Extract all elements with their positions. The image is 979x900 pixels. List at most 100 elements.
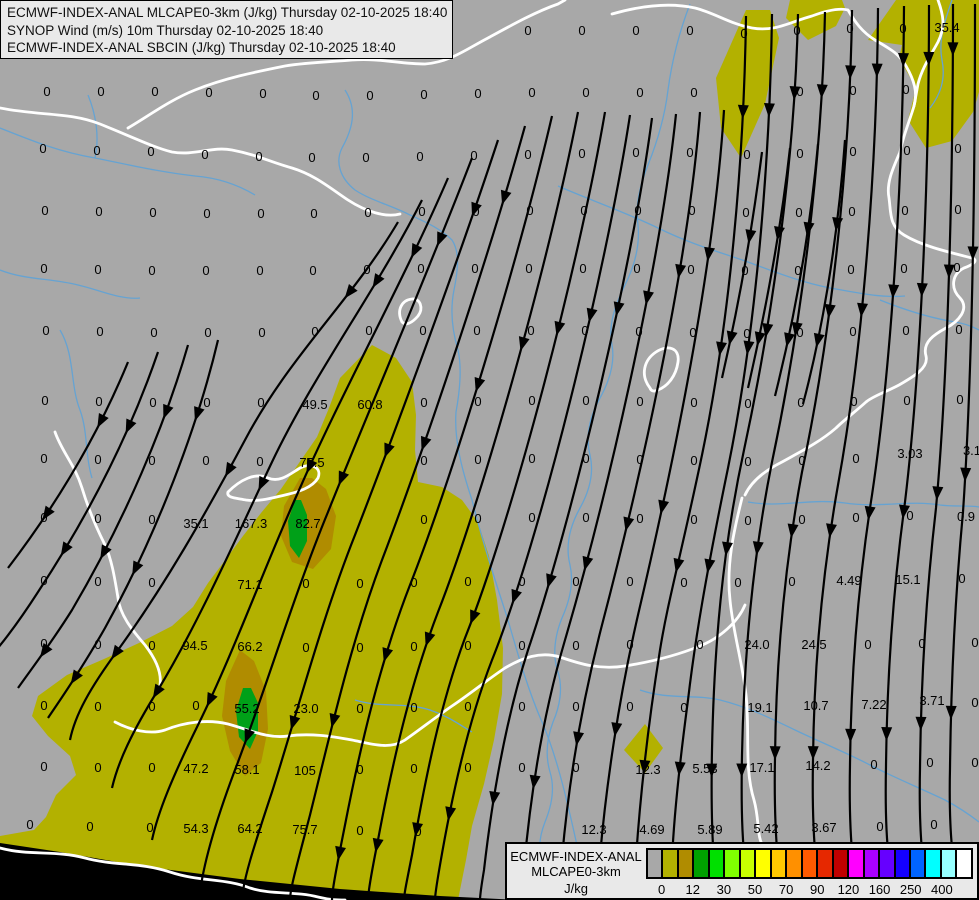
station-value-label: 0 [688,203,695,218]
station-value-label: 0 [302,576,309,591]
station-value-label: 0 [796,325,803,340]
station-value-label: 0 [95,204,102,219]
station-value-label: 23.0 [293,701,318,716]
colorbar-cell [709,850,726,877]
station-value-label: 0 [40,451,47,466]
station-value-label: 0 [146,820,153,835]
station-value-label: 24.5 [801,637,826,652]
station-value-label: 0 [464,638,471,653]
station-value-label: 10.7 [803,698,828,713]
colorbar-cell [740,850,757,877]
station-value-label: 0 [308,150,315,165]
station-value-label: 54.3 [183,821,208,836]
colorbar-cell [694,850,710,877]
station-value-label: 3.1 [963,443,979,458]
station-value-label: 49.5 [302,397,327,412]
station-value-label: 82.7 [295,516,320,531]
station-value-label: 0 [852,510,859,525]
station-value-label: 0 [686,145,693,160]
station-value-label: 4.49 [836,573,861,588]
station-value-label: 0 [687,262,694,277]
station-value-label: 0 [686,23,693,38]
station-value-label: 35.4 [934,20,959,35]
station-value-label: 0 [420,87,427,102]
station-value-label: 75.7 [292,822,317,837]
station-value-label: 0 [416,149,423,164]
colorbar-cell [833,850,850,877]
station-value-label: 0 [690,395,697,410]
station-value-label: 12.3 [581,822,606,837]
station-value-label: 0 [626,637,633,652]
station-value-label: 0 [518,760,525,775]
station-value-label: 3.67 [811,820,836,835]
station-value-label: 0 [918,636,925,651]
station-value-label: 0 [526,203,533,218]
station-value-label: 0 [464,760,471,775]
colorbar-cell [880,850,896,877]
station-value-label: 0 [524,147,531,162]
colorbar-cell [771,850,788,877]
station-value-label: 0 [364,205,371,220]
station-value-label: 0 [632,145,639,160]
station-value-label: 0 [902,323,909,338]
station-value-label: 0 [259,86,266,101]
station-value-label: 14.2 [805,758,830,773]
station-value-label: 105 [294,763,316,778]
station-value-label: 0 [203,395,210,410]
station-value-label: 0 [417,261,424,276]
station-value-label: 0 [148,453,155,468]
station-value-label: 0 [971,635,978,650]
station-value-label: 0 [363,262,370,277]
station-value-label: 94.5 [182,638,207,653]
colorbar-cell [663,850,679,877]
station-value-label: 0 [903,393,910,408]
station-value-label: 0 [148,638,155,653]
station-value-label: 7.22 [861,697,886,712]
station-value-label: 0 [356,701,363,716]
colorbar-tick-label: 50 [747,882,763,897]
station-value-label: 0 [796,84,803,99]
station-value-label: 0 [40,261,47,276]
station-value-label: 0 [636,394,643,409]
station-value-label: 0 [696,637,703,652]
station-value-label: 0 [930,817,937,832]
station-value-label: 0 [582,510,589,525]
station-value-label: 0 [902,82,909,97]
colorbar-cell [941,850,958,877]
station-value-label: 0 [205,85,212,100]
colorbar-tick-label: 0 [657,882,666,897]
station-value-label: 0 [94,262,101,277]
station-value-label: 0 [582,393,589,408]
station-value-label: 0 [414,824,421,839]
map-title-box: ECMWF-INDEX-ANAL MLCAPE0-3km (J/kg) Thur… [0,0,453,59]
station-value-label: 0 [420,453,427,468]
colorbar-cell [678,850,695,877]
colorbar-tick-label: 90 [810,882,825,897]
station-value-label: 0 [202,263,209,278]
station-value-label: 0 [311,324,318,339]
station-value-label: 0 [680,700,687,715]
station-value-label: 0 [94,511,101,526]
colorbar-tick-label: 250 [899,882,922,897]
station-value-label: 0 [256,454,263,469]
title-line-mlcape: ECMWF-INDEX-ANAL MLCAPE0-3km (J/kg) Thur… [7,5,448,20]
station-value-label: 0 [464,699,471,714]
station-value-label: 0 [798,453,805,468]
station-value-label: 0 [528,393,535,408]
station-value-label: 0 [572,574,579,589]
colorbar-tick-label: 120 [837,882,860,897]
station-value-label: 0 [636,452,643,467]
weather-map-canvas: 0 0 0 0 0 0 0 0 35.4 0 0 0 0 0 0 0 0 0 0 0 0 0 0 0 0 0 0 0 0 0 0 0 0 0 0 0 0… [0,0,979,900]
station-value-label: 0 [744,454,751,469]
station-value-label: 4.69 [639,822,664,837]
station-value-label: 24.0 [744,637,769,652]
station-value-label: 0 [847,262,854,277]
station-value-label: 0 [740,26,747,41]
station-value-label: 0 [572,638,579,653]
colorbar-tick-label: 30 [716,882,732,897]
colorbar [646,848,973,879]
legend-title-line1: ECMWF-INDEX-ANAL [510,849,642,864]
station-value-label: 0 [94,452,101,467]
station-value-label: 0 [582,85,589,100]
station-value-label: 0 [849,324,856,339]
